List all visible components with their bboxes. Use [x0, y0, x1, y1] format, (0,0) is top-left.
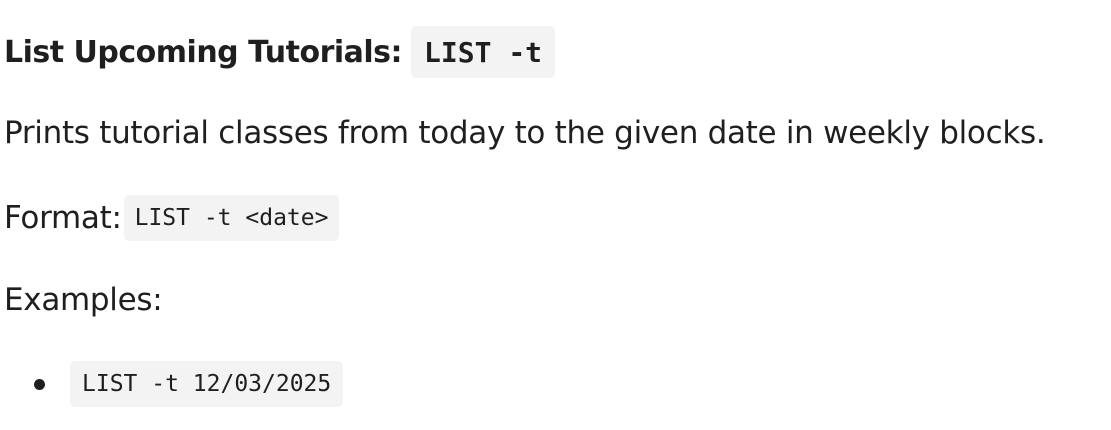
format-command-code: LIST -t <date>: [123, 195, 340, 241]
examples-list: LIST -t 12/03/2025: [4, 361, 344, 407]
heading-label: List Upcoming Tutorials:: [4, 34, 403, 70]
examples-label: Examples:: [4, 282, 163, 318]
section-heading: List Upcoming Tutorials: LIST -t: [4, 26, 556, 78]
bullet-icon: [34, 378, 45, 390]
heading-command-code: LIST -t: [411, 26, 556, 78]
example-command-code: LIST -t 12/03/2025: [70, 361, 344, 407]
description-paragraph: Prints tutorial classes from today to th…: [4, 115, 1046, 151]
format-paragraph: Format: LIST -t <date>: [4, 194, 340, 242]
format-label: Format:: [4, 200, 122, 236]
